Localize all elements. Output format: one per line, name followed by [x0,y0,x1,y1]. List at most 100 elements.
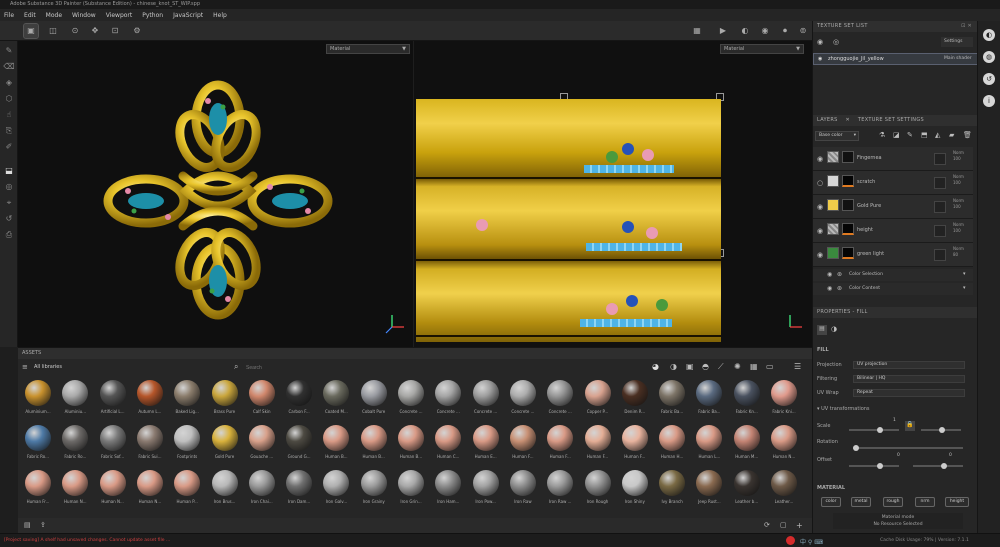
filter-texture-icon[interactable]: ◓ [702,362,709,371]
menu-help[interactable]: Help [213,12,227,19]
asset-thumbnail[interactable] [136,425,163,451]
move-icon[interactable]: ✥ [88,24,102,38]
eye-icon[interactable]: ◉ [827,285,832,292]
asset-thumbnail[interactable] [25,470,51,496]
filter-mask-icon[interactable]: ▣ [686,362,694,371]
fill-tab-icon[interactable]: ▤ [817,325,827,335]
viewport-3d[interactable]: Material ▼ [18,41,413,347]
asset-thumbnail[interactable] [509,380,536,406]
texture-set-item[interactable]: ◉ zhongguojie_Jil_yellow Main shader [813,53,978,65]
history-icon[interactable]: ↺ [983,73,995,85]
opacity-value[interactable]: 100 [953,180,961,185]
asset-thumbnail[interactable] [621,470,648,496]
asset-thumbnail[interactable] [323,425,350,451]
lock-icon[interactable]: 🔒 [905,421,915,431]
delete-icon[interactable]: 🗑 [963,131,972,139]
menu-file[interactable]: File [4,12,14,19]
shelf-icon[interactable]: ◐ [983,29,995,41]
asset-thumbnail[interactable] [360,380,387,406]
add-bucket-icon[interactable]: ◭ [935,131,940,139]
eye-icon[interactable]: ○ [817,179,823,187]
opacity-value[interactable]: 100 [953,228,961,233]
offset-y-value[interactable]: 0 [949,453,952,458]
filter-brush-icon[interactable]: ⟋ [718,362,724,372]
effect-row[interactable]: ◉ ⊛ Color Content ▾ [813,283,973,295]
asset-thumbnail[interactable] [323,470,350,496]
display-settings-icon[interactable]: ◍ [983,51,995,63]
play-icon[interactable]: ▶ [716,24,730,38]
effect-row[interactable]: ◉ ⊛ Color Selection ▾ [813,269,973,281]
menu-javascript[interactable]: JavaScript [173,12,203,19]
material-height-button[interactable]: height [945,497,969,507]
asset-thumbnail[interactable] [360,470,387,496]
scale-value[interactable]: 1 [893,418,896,423]
smudge-icon[interactable]: ☝ [3,109,15,121]
blend-mode[interactable]: Norm [953,222,964,227]
asset-thumbnail[interactable] [136,470,163,496]
asset-thumbnail[interactable] [398,425,424,451]
add-paint-layer-icon[interactable]: ✎ [907,131,913,139]
asset-thumbnail[interactable] [733,470,760,496]
asset-thumbnail[interactable] [696,380,723,406]
asset-thumbnail[interactable] [286,380,313,406]
layer-row[interactable]: ◉ Fingernea Norm 100 [813,147,973,171]
asset-thumbnail[interactable] [659,380,686,406]
chevron-down-icon[interactable]: ▾ [963,271,966,277]
asset-thumbnail[interactable] [771,425,797,451]
channel-dropdown[interactable]: Base color ▾ [815,131,859,141]
texture-set-shader[interactable]: Main shader [944,56,972,61]
menu-python[interactable]: Python [142,12,163,19]
frame-icon[interactable]: ⊡ [108,24,122,38]
layer-name[interactable]: Gold Pure [857,203,881,209]
library-path[interactable]: All libraries [34,364,62,370]
layer-row[interactable]: ○ scratch Norm 100 [813,171,973,195]
view-options-icon[interactable]: ☰ [794,362,801,371]
slider-knob[interactable] [877,427,883,433]
bake-icon[interactable]: ⬓ [3,165,15,177]
gizmo-icon[interactable]: ⚙ [130,24,144,38]
single-view-icon[interactable]: ▣ [23,23,39,39]
projection-icon[interactable]: ◈ [3,77,15,89]
export-icon[interactable]: ⎙ [3,229,15,241]
asset-thumbnail[interactable] [435,380,462,406]
uv-transform-section[interactable]: ▾ UV transformations [817,404,967,414]
grid-icon[interactable]: ▦ [690,24,704,38]
asset-thumbnail[interactable] [771,380,797,406]
asset-thumbnail[interactable] [509,470,536,496]
asset-search-input[interactable] [246,363,366,373]
close-icon[interactable]: ⊡ ✕ [961,21,972,32]
asset-thumbnail[interactable] [659,470,686,496]
eye-icon[interactable]: ◉ [817,251,823,259]
asset-thumbnail[interactable] [733,380,760,406]
asset-thumbnail[interactable] [211,425,238,451]
asset-thumbnail[interactable] [211,380,238,406]
asset-thumbnail[interactable] [286,470,313,496]
slider-knob[interactable] [941,463,947,469]
filter-environment-icon[interactable]: ▦ [750,362,758,371]
asset-thumbnail[interactable] [211,470,238,496]
layer-name[interactable]: Fingernea [857,155,882,161]
reset-icon[interactable]: ↺ [3,213,15,225]
add-fill-layer-icon[interactable]: ⬒ [921,131,928,139]
scale-slider-y[interactable] [921,427,961,433]
asset-thumbnail[interactable] [174,380,201,406]
scale-slider[interactable] [849,427,899,433]
layer-row[interactable]: ◉ green light Norm 80 [813,243,973,267]
material-color-button[interactable]: color [821,497,841,507]
asset-thumbnail[interactable] [248,470,275,496]
asset-thumbnail[interactable] [62,380,89,406]
asset-thumbnail[interactable] [659,425,686,451]
asset-thumbnail[interactable] [174,470,201,496]
blend-mode[interactable]: Norm [953,198,964,203]
uvwrap-dropdown[interactable]: Repeat [853,389,965,397]
layer-row[interactable]: ◉ height Norm 100 [813,219,973,243]
asset-thumbnail[interactable] [435,470,462,496]
camera-record-icon[interactable]: ⏺ [778,24,792,38]
tab-texture-set-settings[interactable]: TEXTURE SET SETTINGS [858,117,924,123]
library-tree-icon[interactable]: ≡ [22,363,28,371]
measure-icon[interactable]: ⌖ [3,197,15,209]
eye-icon[interactable]: ◉ [817,38,823,46]
opacity-value[interactable]: 100 [953,204,961,209]
polygon-fill-icon[interactable]: ⬡ [3,93,15,105]
viewport-2d-uv[interactable]: Material ▼ [414,41,812,347]
